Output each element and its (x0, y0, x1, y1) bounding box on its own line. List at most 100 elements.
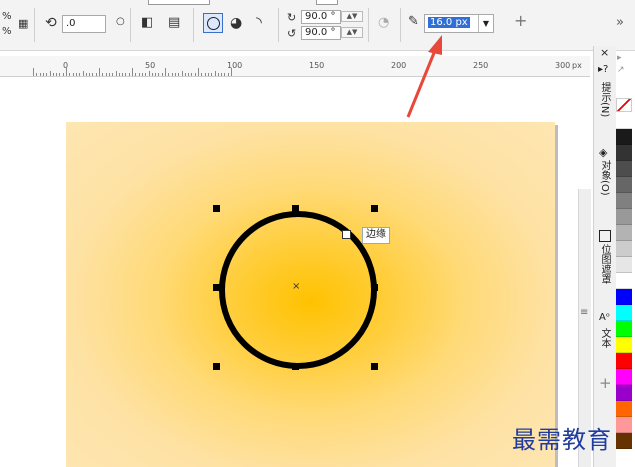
ruler-tick (95, 73, 97, 76)
color-swatch[interactable] (616, 289, 632, 305)
start-angle-icon: ↻ (287, 11, 297, 24)
resize-handle[interactable] (371, 205, 378, 212)
help-icon[interactable]: ▸? (598, 64, 608, 75)
ruler-tick (42, 73, 44, 76)
start-angle-spinner[interactable]: ▲▼ (341, 11, 363, 22)
ruler-label: 100 (227, 61, 243, 70)
rotation-angle-input[interactable]: .0 (62, 15, 106, 33)
docker-panel: × ▸? 提示(N) ◈ 对象(O) 位图遮罩 Aᵒ 文本 + (593, 46, 616, 467)
tab-hints[interactable]: 提示(N) (597, 82, 612, 117)
color-swatch[interactable] (616, 113, 632, 129)
outline-width-value: 16.0 px (428, 17, 470, 28)
add-docker-icon[interactable]: + (599, 374, 612, 392)
scroll-grip-icon[interactable]: ≡ (580, 307, 588, 318)
ruler-tick (122, 73, 124, 76)
ruler-tick (49, 71, 51, 76)
color-swatch[interactable] (616, 273, 632, 289)
color-swatch[interactable] (616, 193, 632, 209)
color-swatch[interactable] (616, 177, 632, 193)
color-swatch[interactable] (616, 369, 632, 385)
ruler-tick (102, 73, 104, 76)
ruler-tick (184, 73, 186, 76)
ellipse-mode-button[interactable] (203, 13, 223, 33)
ruler-tick (201, 73, 203, 76)
end-angle-input[interactable]: 90.0 ° (301, 26, 341, 40)
degree-icon: ○ (116, 16, 125, 27)
chevron-down-icon[interactable]: ▼ (478, 15, 493, 32)
rotate-icon: ⟲ (45, 15, 57, 31)
toolbar-top-tabs (140, 0, 340, 5)
ruler-tick (85, 73, 87, 76)
ruler-tick (75, 73, 77, 76)
ruler-tick (112, 73, 114, 76)
color-swatch[interactable] (616, 305, 632, 321)
close-icon[interactable]: × (600, 46, 609, 59)
ruler-tick (138, 73, 140, 76)
resize-handle[interactable] (371, 363, 378, 370)
color-swatch[interactable] (616, 241, 632, 257)
ruler-label: 150 (309, 61, 325, 70)
color-swatch[interactable] (616, 225, 632, 241)
mirror-horizontal-icon[interactable]: ◧ (141, 16, 153, 30)
ruler-tick (125, 73, 127, 76)
outline-pen-icon: ✎ (408, 14, 419, 29)
arc-icon[interactable]: ◝ (256, 15, 262, 30)
resize-handle[interactable] (292, 363, 299, 370)
color-swatch[interactable] (616, 433, 632, 449)
ruler-tick (39, 73, 41, 76)
more-icon[interactable]: » (616, 16, 624, 30)
resize-handle[interactable] (213, 205, 220, 212)
color-swatch[interactable] (616, 129, 632, 145)
snap-tooltip: 边缘 (362, 227, 390, 244)
start-angle-input[interactable]: 90.0 ° (301, 10, 341, 24)
tab-bitmap-mask[interactable]: 位图遮罩 (597, 244, 612, 284)
lock-ratio-icon[interactable]: ▦ (18, 17, 28, 31)
resize-handle[interactable] (213, 284, 220, 291)
ruler-tick (59, 73, 61, 76)
ruler-tick (99, 68, 100, 76)
resize-handle[interactable] (213, 363, 220, 370)
ruler-tick (178, 73, 180, 76)
add-icon[interactable]: + (514, 13, 527, 29)
no-color-swatch[interactable] (616, 98, 632, 112)
ruler-tick (82, 71, 84, 76)
ruler-tick (145, 73, 147, 76)
ruler-tick (62, 73, 64, 76)
ruler-tick (194, 73, 196, 76)
color-swatch[interactable] (616, 161, 632, 177)
pie-icon[interactable]: ◕ (230, 16, 242, 30)
color-swatch[interactable] (616, 257, 632, 273)
resize-handle[interactable] (371, 284, 378, 291)
ruler-tick (214, 71, 216, 76)
ruler-tick (148, 71, 150, 76)
ruler-tick (224, 73, 226, 76)
ruler-tick (141, 73, 143, 76)
layers-icon: ◈ (599, 146, 608, 159)
color-swatch[interactable] (616, 417, 632, 433)
ruler-tick (108, 73, 110, 76)
color-palette (615, 113, 635, 449)
outline-width-select[interactable]: 16.0 px ▼ (424, 14, 494, 33)
end-angle-spinner[interactable]: ▲▼ (341, 27, 363, 38)
watermark: 最需教育 (512, 426, 612, 454)
color-swatch[interactable] (616, 401, 632, 417)
color-swatch[interactable] (616, 337, 632, 353)
direction-icon[interactable]: ◔ (378, 16, 389, 30)
ellipse-icon (207, 17, 220, 30)
mirror-vertical-icon[interactable]: ▤ (168, 16, 180, 30)
color-swatch[interactable] (616, 209, 632, 225)
ruler-tick (181, 71, 183, 76)
ruler-tick (118, 73, 120, 76)
color-swatch[interactable] (616, 145, 632, 161)
tab-text[interactable]: 文本 (597, 328, 612, 348)
tab-objects[interactable]: 对象(O) (597, 160, 612, 196)
color-swatch[interactable] (616, 385, 632, 401)
ruler-label: 50 (145, 61, 156, 70)
color-swatch[interactable] (616, 353, 632, 369)
end-angle-icon: ↺ (287, 27, 297, 40)
ruler-tick (204, 73, 206, 76)
resize-handle[interactable] (292, 205, 299, 212)
ruler-tick (207, 73, 209, 76)
color-swatch[interactable] (616, 321, 632, 337)
horizontal-ruler[interactable]: 0 50 100 150 200 250 300 px (0, 56, 590, 77)
